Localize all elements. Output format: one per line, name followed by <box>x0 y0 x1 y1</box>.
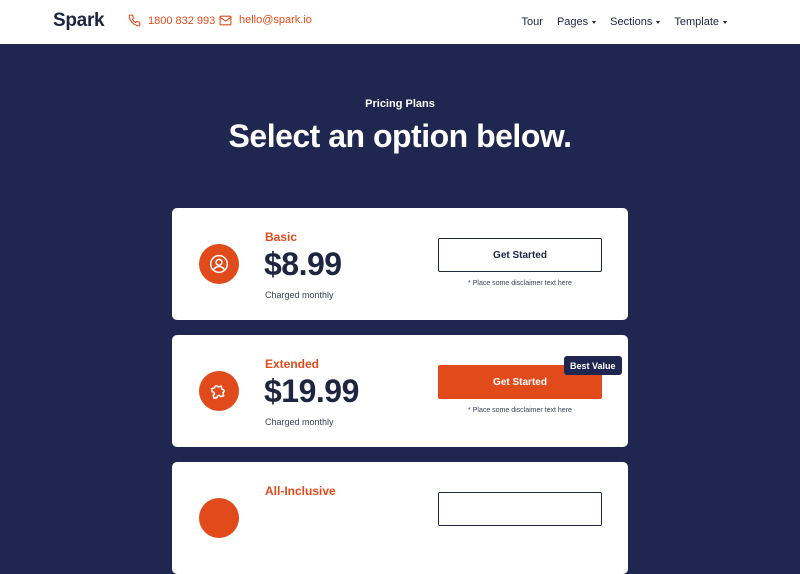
puzzle-icon <box>199 371 239 411</box>
plan-price: $8.99 <box>264 246 342 282</box>
nav-template[interactable]: Template <box>674 16 727 28</box>
nav-tour-label: Tour <box>521 16 543 28</box>
pricing-card-all-inclusive: All-Inclusive <box>172 462 628 574</box>
page-headline: Select an option below. <box>228 118 572 154</box>
user-icon <box>199 244 239 284</box>
mail-icon <box>219 15 232 26</box>
nav-sections-label: Sections <box>610 16 653 28</box>
get-started-button[interactable]: Get Started <box>438 238 602 272</box>
nav-pages-label: Pages <box>556 16 589 28</box>
plan-name: All-Inclusive <box>265 484 336 498</box>
get-started-button[interactable] <box>438 492 602 526</box>
plan-price: $19.99 <box>264 373 359 409</box>
caret-down-icon <box>656 21 661 24</box>
nav-template-label: Template <box>674 16 719 28</box>
brand-logo[interactable]: Spark <box>53 10 105 32</box>
plan-name: Basic <box>265 230 298 244</box>
disclaimer-text: * Place some disclaimer text here <box>468 280 572 287</box>
caret-down-icon <box>592 21 597 24</box>
billing-period: Charged monthly <box>265 417 334 427</box>
section-eyebrow: Pricing Plans <box>365 98 435 110</box>
disclaimer-text: * Place some disclaimer text here <box>468 407 572 414</box>
pricing-card-extended: Extended $19.99 Charged monthly Get Star… <box>172 335 628 447</box>
nav-sections[interactable]: Sections <box>610 16 661 28</box>
best-value-badge: Best Value <box>564 356 622 375</box>
email-contact[interactable]: hello@spark.io <box>219 14 312 26</box>
caret-down-icon <box>723 21 727 24</box>
billing-period: Charged monthly <box>265 290 334 300</box>
phone-number: 1800 832 993 <box>148 14 216 27</box>
email-address: hello@spark.io <box>239 14 312 26</box>
top-navbar: Spark 1800 832 993 hello@spark.io Tour P… <box>0 0 800 44</box>
circle-icon <box>199 498 239 538</box>
plan-name: Extended <box>265 357 320 371</box>
phone-contact[interactable]: 1800 832 993 <box>128 14 215 27</box>
nav-tour[interactable]: Tour <box>522 16 543 28</box>
phone-icon <box>128 14 141 27</box>
nav-pages[interactable]: Pages <box>556 16 597 28</box>
pricing-card-basic: Basic $8.99 Charged monthly Get Started … <box>172 208 628 320</box>
main-nav: Tour Pages Sections Template <box>522 16 727 28</box>
